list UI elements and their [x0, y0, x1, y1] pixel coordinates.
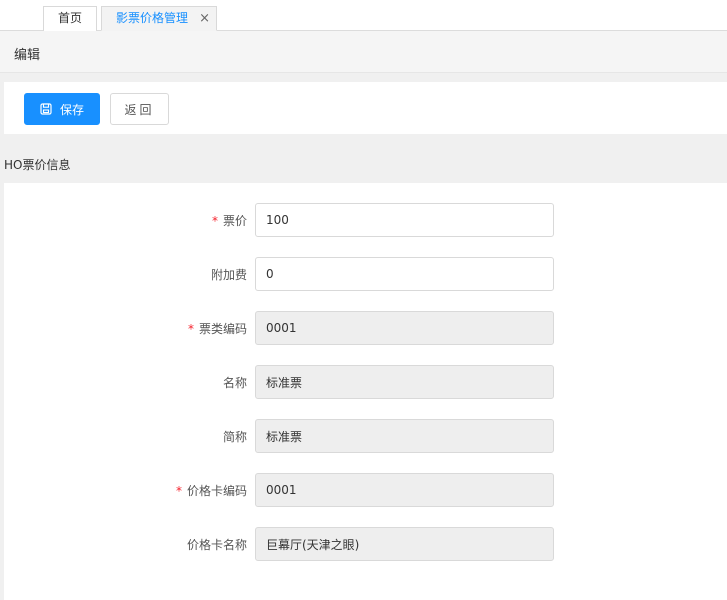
ticket-type-code-label: * 票类编码	[187, 322, 247, 336]
surcharge-input[interactable]	[255, 257, 554, 291]
form-row-price-card-name: 价格卡名称	[4, 527, 727, 561]
section-title: HO票价信息	[4, 158, 71, 172]
required-marker: *	[175, 484, 182, 498]
save-button[interactable]: 保存	[24, 93, 100, 125]
form-row-price-card-code: * 价格卡编码	[4, 473, 727, 507]
page-header: 编辑	[0, 31, 727, 73]
form-row-ticket-price: * 票价	[4, 203, 727, 237]
form-row-ticket-type-code: * 票类编码	[4, 311, 727, 345]
name-label: 名称	[222, 376, 247, 390]
back-button-label: 返回	[124, 102, 155, 117]
required-marker: *	[187, 322, 194, 336]
price-card-code-input	[255, 473, 554, 507]
tab-home[interactable]: 首页	[43, 6, 97, 31]
name-input	[255, 365, 554, 399]
close-icon[interactable]: ×	[199, 7, 210, 30]
short-name-label: 简称	[222, 430, 247, 444]
ticket-price-input[interactable]	[255, 203, 554, 237]
form-row-short-name: 简称	[4, 419, 727, 453]
required-marker: *	[211, 214, 218, 228]
form-row-name: 名称	[4, 365, 727, 399]
form-panel: *票价 附加费 *票类编码 名称 简称 *价格卡编码 价格卡名称	[4, 183, 727, 600]
page-title: 编辑	[14, 48, 41, 63]
tab-ticket-price-management[interactable]: 影票价格管理 ×	[101, 6, 217, 31]
toolbar: 保存 返回	[4, 82, 727, 134]
short-name-input	[255, 419, 554, 453]
tab-home-label: 首页	[57, 11, 82, 25]
tab-ticket-price-label: 影票价格管理	[116, 11, 189, 25]
back-button[interactable]: 返回	[110, 93, 169, 125]
price-card-code-label: * 价格卡编码	[175, 484, 247, 498]
save-icon	[40, 103, 52, 115]
tab-bar: 首页 影票价格管理 ×	[0, 0, 727, 31]
save-button-label: 保存	[59, 102, 84, 117]
form-row-surcharge: 附加费	[4, 257, 727, 291]
price-card-name-input	[255, 527, 554, 561]
ticket-type-code-input	[255, 311, 554, 345]
ticket-price-label: * 票价	[211, 214, 247, 228]
surcharge-label: 附加费	[210, 268, 247, 282]
price-card-name-label: 价格卡名称	[186, 538, 247, 552]
